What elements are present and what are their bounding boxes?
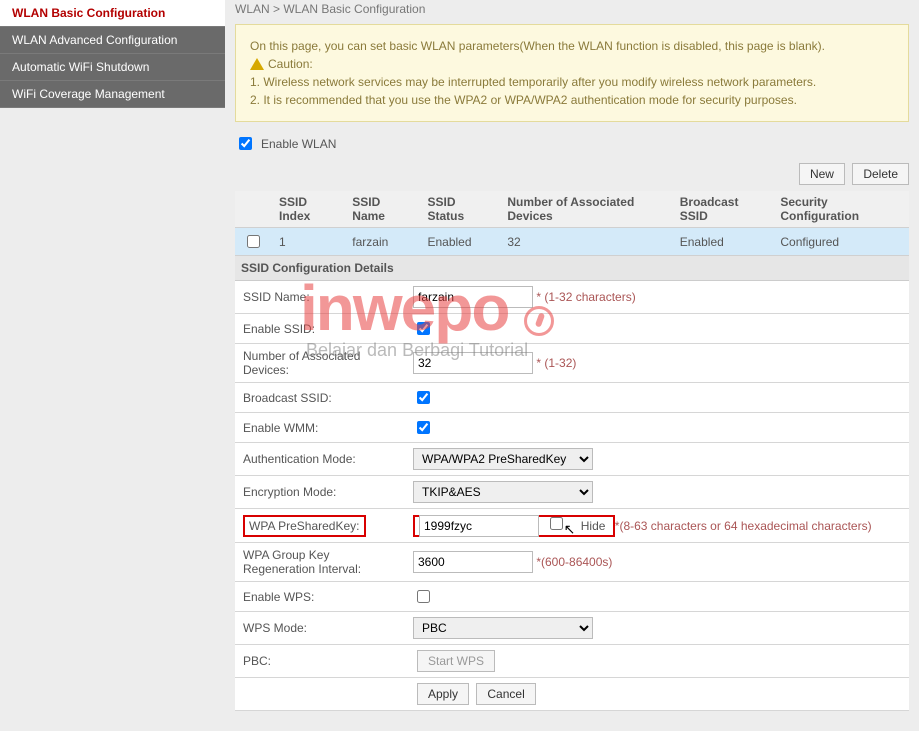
cell-broadcast: Enabled [672,228,773,256]
ssid-name-input[interactable] [413,286,533,308]
page: WLAN Basic Configuration WLAN Advanced C… [0,0,919,731]
th-status: SSID Status [419,191,499,228]
broadcast-checkbox[interactable] [417,391,430,404]
notice-intro: On this page, you can set basic WLAN par… [250,37,894,55]
config-form: SSID Name: * (1-32 characters) Enable SS… [235,281,909,711]
sidebar-item-wifi-coverage[interactable]: WiFi Coverage Management [0,81,225,108]
sidebar-item-wlan-basic[interactable]: WLAN Basic Configuration [0,0,225,27]
enable-ssid-label: Enable SSID: [235,314,405,344]
sidebar-item-wlan-advanced[interactable]: WLAN Advanced Configuration [0,27,225,54]
wps-mode-select[interactable]: PBC [413,617,593,639]
wps-label: Enable WPS: [235,582,405,612]
enc-mode-select[interactable]: TKIP&AES [413,481,593,503]
notice-box: On this page, you can set basic WLAN par… [235,24,909,122]
wps-mode-label: WPS Mode: [235,612,405,645]
th-security: Security Configuration [772,191,909,228]
section-title: SSID Configuration Details [235,256,909,281]
wmm-label: Enable WMM: [235,413,405,443]
enc-mode-label: Encryption Mode: [235,476,405,509]
wmm-checkbox[interactable] [417,421,430,434]
table-row[interactable]: 1 farzain Enabled 32 Enabled Configured [235,228,909,256]
th-broadcast: Broadcast SSID [672,191,773,228]
notice-line1: 1. Wireless network services may be inte… [250,73,894,91]
th-name: SSID Name [344,191,419,228]
psk-hide-checkbox[interactable] [550,517,563,530]
cursor-icon: ↖ [564,521,576,538]
assoc-input[interactable] [413,352,533,374]
new-button[interactable]: New [799,163,845,185]
psk-hide-label: Hide [581,519,606,533]
broadcast-label: Broadcast SSID: [235,383,405,413]
rekey-input[interactable] [413,551,533,573]
enable-wlan-checkbox[interactable] [239,137,252,150]
apply-button[interactable]: Apply [417,683,469,705]
breadcrumb: WLAN > WLAN Basic Configuration [235,0,909,24]
row-checkbox[interactable] [247,235,260,248]
cell-security: Configured [772,228,909,256]
delete-button[interactable]: Delete [852,163,909,185]
assoc-hint: * (1-32) [536,356,576,370]
psk-input[interactable] [419,515,539,537]
sidebar-item-auto-shutdown[interactable]: Automatic WiFi Shutdown [0,54,225,81]
pbc-label: PBC: [235,645,405,678]
ssid-name-hint: * (1-32 characters) [536,290,635,304]
auth-mode-label: Authentication Mode: [235,443,405,476]
enable-wlan-label: Enable WLAN [261,137,336,151]
auth-mode-select[interactable]: WPA/WPA2 PreSharedKey [413,448,593,470]
wps-checkbox[interactable] [417,590,430,603]
cell-name: farzain [344,228,419,256]
enable-ssid-checkbox[interactable] [417,322,430,335]
assoc-label: Number of Associated Devices: [235,344,405,383]
ssid-name-label: SSID Name: [235,281,405,314]
notice-line2: 2. It is recommended that you use the WP… [250,91,894,109]
main-content: WLAN > WLAN Basic Configuration On this … [225,0,919,731]
th-index: SSID Index [271,191,344,228]
cell-status: Enabled [419,228,499,256]
th-assoc: Number of Associated Devices [499,191,671,228]
psk-hint: *(8-63 characters or 64 hexadecimal char… [615,519,872,533]
cell-index: 1 [271,228,344,256]
rekey-hint: *(600-86400s) [536,555,612,569]
cell-assoc: 32 [499,228,671,256]
ssid-table: SSID Index SSID Name SSID Status Number … [235,191,909,256]
cancel-button[interactable]: Cancel [476,683,535,705]
notice-caution: Caution: [268,55,313,73]
warning-icon [250,58,264,70]
psk-label: WPA PreSharedKey: [243,515,366,537]
rekey-label: WPA Group Key Regeneration Interval: [235,543,405,582]
start-wps-button[interactable]: Start WPS [417,650,495,672]
sidebar: WLAN Basic Configuration WLAN Advanced C… [0,0,225,731]
